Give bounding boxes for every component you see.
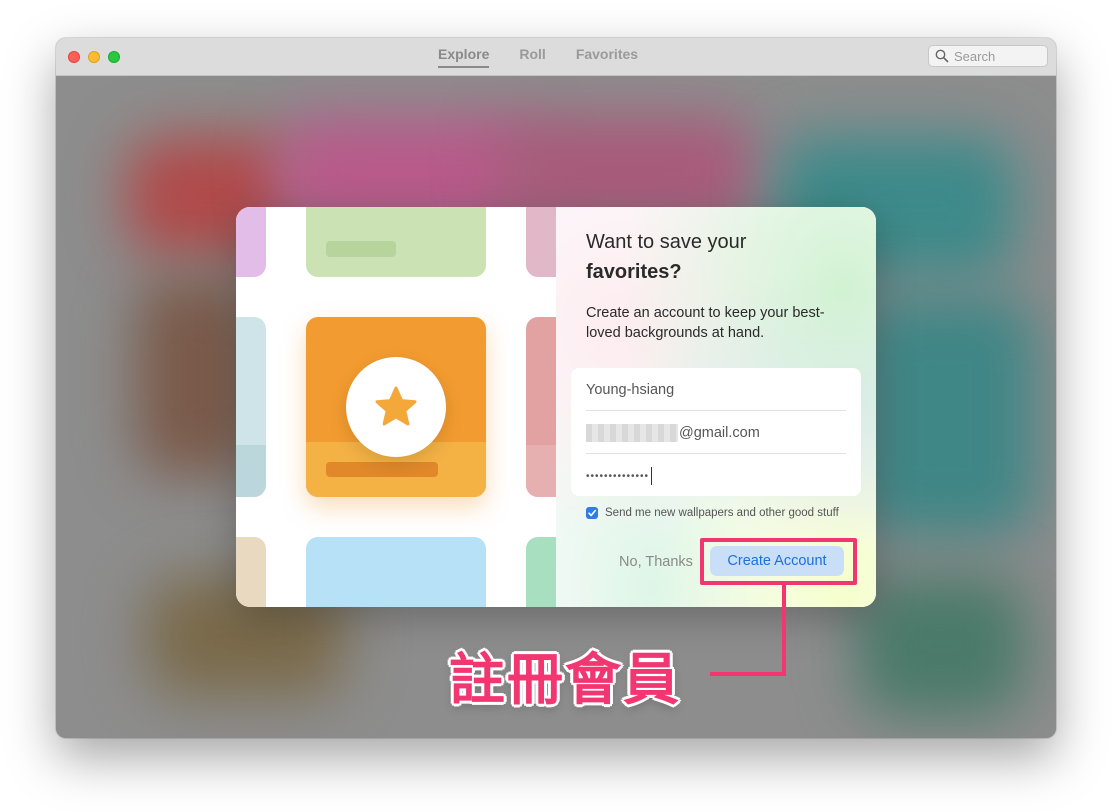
search-icon <box>935 49 949 63</box>
password-field[interactable]: •••••••••••••• <box>586 455 846 497</box>
dialog-description: Create an account to keep your best-love… <box>586 305 825 341</box>
minimize-window-button[interactable] <box>88 51 100 63</box>
dialog-title-line1: Want to save your <box>586 231 747 253</box>
star-icon <box>375 386 417 426</box>
search-field[interactable]: Search <box>928 45 1048 67</box>
tab-explore[interactable]: Explore <box>438 46 490 68</box>
close-window-button[interactable] <box>68 51 80 63</box>
redacted-email-mask <box>586 423 678 442</box>
name-value: Young-hsiang <box>586 381 675 398</box>
illustration-panel <box>236 207 556 607</box>
dialog-title-line2: favorites? <box>586 261 682 283</box>
newsletter-option: Send me new wallpapers and other good st… <box>586 507 839 519</box>
dialog-title: Want to save your favorites? <box>586 227 746 287</box>
checkmark-icon <box>588 509 596 517</box>
callout-connector-horizontal <box>710 672 786 676</box>
newsletter-checkbox[interactable] <box>586 507 598 519</box>
star-badge <box>346 357 446 457</box>
email-suffix: @gmail.com <box>679 424 760 441</box>
no-thanks-button[interactable]: No, Thanks <box>614 551 698 573</box>
zoom-window-button[interactable] <box>108 51 120 63</box>
tab-favorites[interactable]: Favorites <box>576 46 638 68</box>
signup-form: Young-hsiang @gmail.com •••••••••••••• <box>571 368 861 496</box>
text-cursor <box>651 467 653 485</box>
annotation-label: 註冊會員 <box>449 648 681 713</box>
tab-roll[interactable]: Roll <box>519 46 545 68</box>
name-field[interactable]: Young-hsiang <box>586 369 846 411</box>
email-field[interactable]: @gmail.com <box>586 412 846 454</box>
title-bar: Explore Roll Favorites Search <box>56 38 1056 76</box>
password-dots: •••••••••••••• <box>586 470 650 482</box>
callout-connector-vertical <box>782 585 786 676</box>
favorites-card-illustration <box>306 317 486 497</box>
search-placeholder: Search <box>954 48 996 64</box>
newsletter-label: Send me new wallpapers and other good st… <box>605 507 839 519</box>
tab-bar: Explore Roll Favorites <box>438 46 638 68</box>
create-account-highlight-box <box>700 538 857 585</box>
